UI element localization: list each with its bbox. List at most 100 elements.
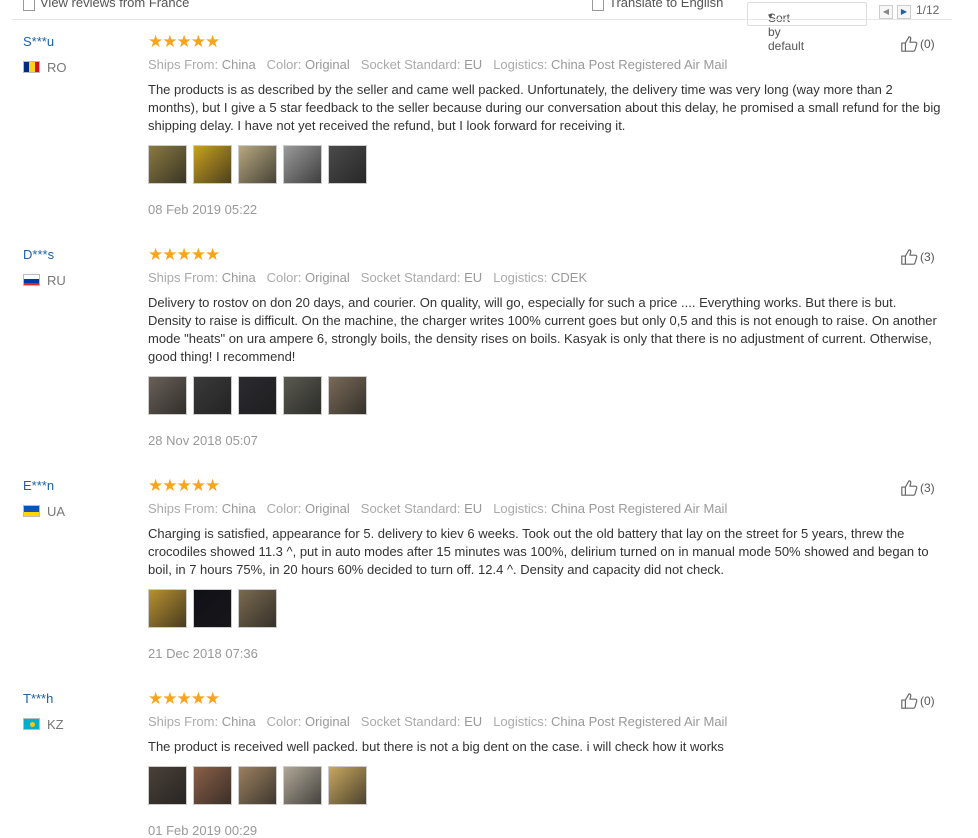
country-flag-icon (23, 61, 40, 73)
review-photo-thumbnail[interactable] (328, 145, 367, 184)
review-photo-thumbnail[interactable] (193, 145, 232, 184)
socket-label: Socket Standard: (360, 57, 461, 72)
logistics-label: Logistics: (493, 501, 548, 516)
next-page-icon[interactable]: ▶ (897, 5, 911, 19)
socket-value: EU (464, 501, 483, 516)
review-photo-thumbnail[interactable] (148, 589, 187, 628)
color-label: Color: (266, 270, 302, 285)
review-photo-thumbnail[interactable] (193, 766, 232, 805)
review-date: 28 Nov 2018 05:07 (148, 433, 258, 448)
review-date: 08 Feb 2019 05:22 (148, 202, 258, 217)
review-photo-thumbnail[interactable] (283, 376, 322, 415)
review-photos (148, 376, 367, 415)
order-attributes: Ships From: China Color: Original Socket S… (148, 501, 738, 516)
reviewer-country: KZ (23, 717, 64, 732)
reviewer-name[interactable]: D***s (23, 247, 54, 262)
country-code: RO (47, 60, 67, 75)
helpful-count: (3) (920, 481, 935, 495)
review-text: Charging is satisfied, appearance for 5.… (148, 526, 929, 577)
reviewer-name[interactable]: E***n (23, 478, 54, 493)
country-flag-icon (23, 718, 40, 730)
review-photo-thumbnail[interactable] (238, 376, 277, 415)
color-value: Original (304, 57, 350, 72)
review-text: The product is received well packed. but… (148, 739, 724, 754)
reviewer-name[interactable]: S***u (23, 34, 54, 49)
review-photos (148, 589, 277, 628)
review-photo-thumbnail[interactable] (328, 766, 367, 805)
thumbs-up-icon (900, 35, 918, 53)
socket-value: EU (464, 57, 483, 72)
color-label: Color: (266, 501, 302, 516)
reviewer-country: RU (23, 273, 66, 288)
country-flag-icon (23, 274, 40, 286)
socket-value: EU (464, 714, 483, 729)
logistics-label: Logistics: (493, 270, 548, 285)
socket-label: Socket Standard: (360, 714, 461, 729)
helpful-button[interactable]: (3) (900, 479, 935, 497)
reviewer-country: RO (23, 60, 67, 75)
sort-label: Sort by default (768, 11, 805, 53)
logistics-label: Logistics: (493, 57, 548, 72)
review-photo-thumbnail[interactable] (328, 376, 367, 415)
color-value: Original (304, 270, 350, 285)
review-photo-thumbnail[interactable] (283, 766, 322, 805)
thumbs-up-icon (900, 248, 918, 266)
helpful-button[interactable]: (0) (900, 692, 935, 710)
sort-dropdown[interactable]: Sort by default ▾ (747, 2, 867, 53)
order-attributes: Ships From: China Color: Original Socket S… (148, 270, 598, 285)
helpful-button[interactable]: (3) (900, 248, 935, 266)
country-code: KZ (47, 717, 64, 732)
review-photos (148, 145, 367, 184)
view-reviews-checkbox[interactable] (23, 0, 35, 11)
helpful-count: (0) (920, 694, 935, 708)
reviewer-country: UA (23, 504, 65, 519)
thumbs-up-icon (900, 692, 918, 710)
logistics-value: CDEK (551, 270, 588, 285)
prev-page-icon[interactable]: ◀ (879, 5, 893, 19)
socket-label: Socket Standard: (360, 270, 461, 285)
review-photo-thumbnail[interactable] (193, 589, 232, 628)
translate-label: Translate to English (609, 0, 724, 10)
review-photo-thumbnail[interactable] (238, 145, 277, 184)
review-photos (148, 766, 367, 805)
ships-from-value: China (221, 270, 256, 285)
socket-value: EU (464, 270, 483, 285)
color-label: Color: (266, 57, 302, 72)
review-photo-thumbnail[interactable] (238, 766, 277, 805)
review-photo-thumbnail[interactable] (148, 376, 187, 415)
ships-from-value: China (221, 501, 256, 516)
socket-label: Socket Standard: (360, 501, 461, 516)
translate-checkbox[interactable] (592, 0, 604, 11)
reviewer-name[interactable]: T***h (23, 691, 53, 706)
chevron-down-icon: ▾ (768, 11, 773, 21)
ships-from-label: Ships From: (148, 57, 219, 72)
divider (12, 19, 952, 20)
review-photo-thumbnail[interactable] (193, 376, 232, 415)
logistics-value: China Post Registered Air Mail (551, 714, 728, 729)
logistics-value: China Post Registered Air Mail (551, 57, 728, 72)
color-value: Original (304, 714, 350, 729)
ships-from-value: China (221, 57, 256, 72)
ships-from-label: Ships From: (148, 501, 219, 516)
rating-stars: ★★★★★ (148, 476, 220, 495)
helpful-count: (0) (920, 37, 935, 51)
review-photo-thumbnail[interactable] (283, 145, 322, 184)
review-photo-thumbnail[interactable] (148, 766, 187, 805)
review-photo-thumbnail[interactable] (148, 145, 187, 184)
country-code: RU (47, 273, 66, 288)
rating-stars: ★★★★★ (148, 245, 220, 264)
logistics-value: China Post Registered Air Mail (551, 501, 728, 516)
page-indicator: 1/12 (916, 3, 940, 17)
ships-from-value: China (221, 714, 256, 729)
rating-stars: ★★★★★ (148, 689, 220, 708)
rating-stars: ★★★★★ (148, 32, 220, 51)
order-attributes: Ships From: China Color: Original Socket S… (148, 714, 738, 729)
thumbs-up-icon (900, 479, 918, 497)
helpful-count: (3) (920, 250, 935, 264)
logistics-label: Logistics: (493, 714, 548, 729)
review-text: The products is as described by the sell… (148, 82, 941, 133)
review-photo-thumbnail[interactable] (238, 589, 277, 628)
helpful-button[interactable]: (0) (900, 35, 935, 53)
country-flag-icon (23, 505, 40, 517)
review-date: 01 Feb 2019 00:29 (148, 823, 258, 838)
